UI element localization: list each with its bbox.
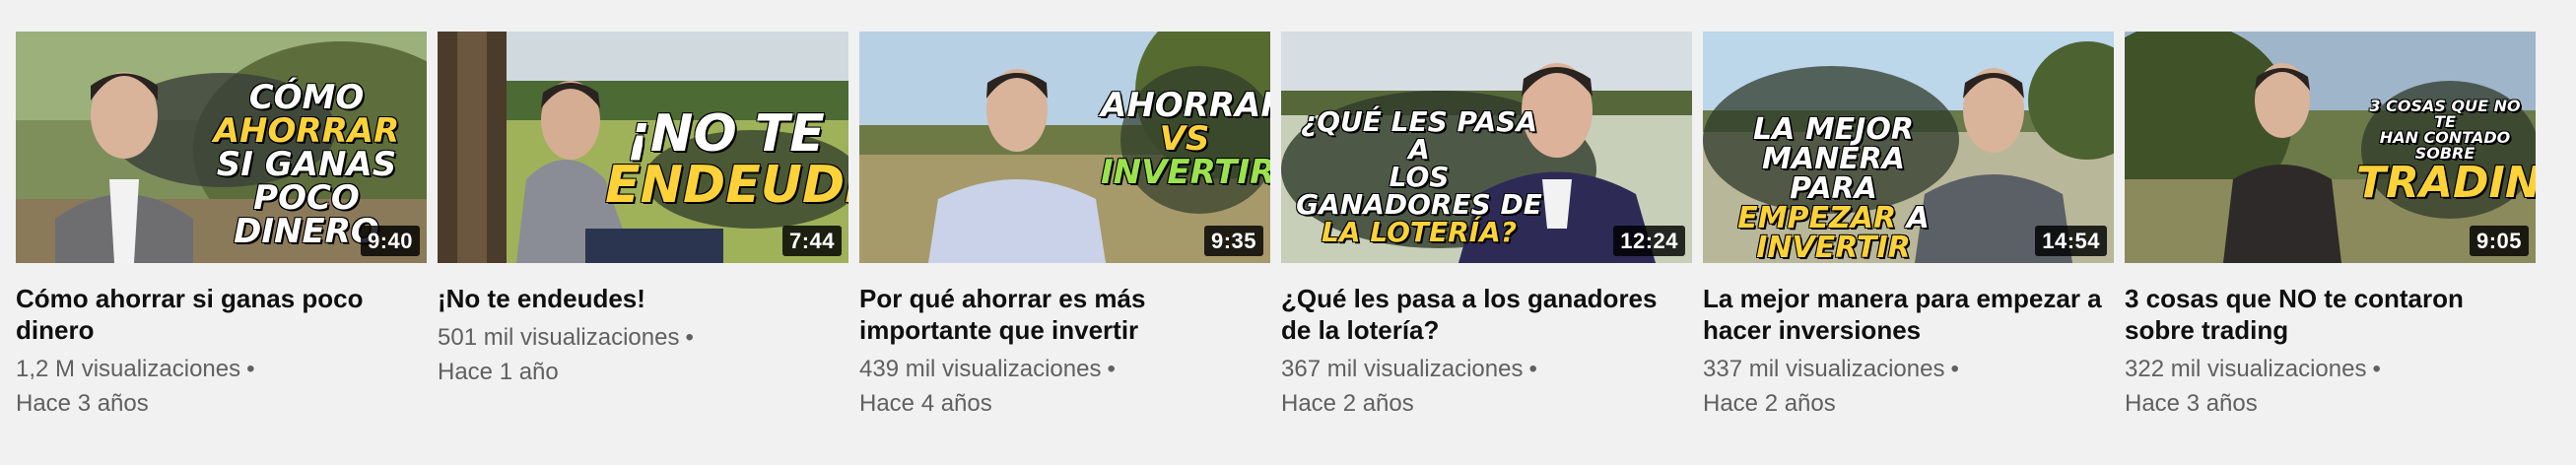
thumbnail-overlay-text: 3 cosas que no te han contado sobre trad… xyxy=(2356,97,2536,208)
video-title[interactable]: La mejor manera para empezar a hacer inv… xyxy=(1703,283,2114,346)
view-count: 501 mil visualizaciones xyxy=(438,324,680,351)
video-thumbnail[interactable]: La mejor manera para empezar a invertir … xyxy=(1703,32,2114,263)
thumbnail-overlay-text: Cómo ahorrar si ganas poco dinero xyxy=(213,78,400,251)
video-title[interactable]: ¿Qué les pasa a los ganadores de la lote… xyxy=(1281,283,1692,346)
meta-separator: • xyxy=(1950,356,1959,382)
meta-separator: • xyxy=(2372,356,2381,382)
video-meta: 367 mil visualizaciones • Hace 2 años xyxy=(1281,352,1692,421)
video-title[interactable]: 3 cosas que NO te contaron sobre trading xyxy=(2125,283,2536,346)
upload-age: Hace 3 años xyxy=(16,390,149,417)
video-thumbnail[interactable]: Ahorrar vs invertir 9:35 xyxy=(859,32,1270,263)
video-card[interactable]: La mejor manera para empezar a invertir … xyxy=(1703,32,2114,421)
duration-badge: 9:05 xyxy=(2469,226,2529,256)
video-thumbnail[interactable]: 3 cosas que no te han contado sobre trad… xyxy=(2125,32,2536,263)
view-count: 439 mil visualizaciones xyxy=(859,356,1102,382)
meta-separator: • xyxy=(1528,356,1537,382)
view-count: 322 mil visualizaciones xyxy=(2125,356,2367,382)
meta-separator: • xyxy=(246,356,255,382)
upload-age: Hace 4 años xyxy=(859,390,992,417)
duration-badge: 9:35 xyxy=(1203,226,1263,256)
thumbnail-overlay-text: La mejor manera para empezar a invertir xyxy=(1737,112,1930,263)
thumbnail-overlay-text: Ahorrar vs invertir xyxy=(1101,86,1270,192)
video-meta: 501 mil visualizaciones • Hace 1 año xyxy=(438,320,848,389)
duration-badge: 12:24 xyxy=(1613,226,1685,256)
view-count: 367 mil visualizaciones xyxy=(1281,356,1524,382)
video-card[interactable]: ¡No te endeudes! 7:44 ¡No te endeudes! 5… xyxy=(438,32,848,421)
duration-badge: 14:54 xyxy=(2035,226,2107,256)
upload-age: Hace 2 años xyxy=(1281,390,1414,417)
video-meta: 1,2 M visualizaciones • Hace 3 años xyxy=(16,352,427,421)
thumbnail-overlay-text: ¡No te endeudes! xyxy=(605,104,848,215)
upload-age: Hace 1 año xyxy=(438,359,559,385)
video-card[interactable]: Cómo ahorrar si ganas poco dinero 9:40 C… xyxy=(16,32,427,421)
video-title[interactable]: ¡No te endeudes! xyxy=(438,283,848,314)
upload-age: Hace 3 años xyxy=(2125,390,2258,417)
duration-badge: 7:44 xyxy=(781,226,842,256)
video-shelf: Cómo ahorrar si ganas poco dinero 9:40 C… xyxy=(16,32,2536,421)
video-thumbnail[interactable]: Cómo ahorrar si ganas poco dinero 9:40 xyxy=(16,32,427,263)
video-title[interactable]: Por qué ahorrar es más importante que in… xyxy=(859,283,1270,346)
video-card[interactable]: ¿Qué les pasa a los ganadores de la lote… xyxy=(1281,32,1692,421)
meta-separator: • xyxy=(1107,356,1116,382)
video-card[interactable]: Ahorrar vs invertir 9:35 Por qué ahorrar… xyxy=(859,32,1270,421)
view-count: 1,2 M visualizaciones xyxy=(16,356,241,382)
video-meta: 337 mil visualizaciones • Hace 2 años xyxy=(1703,352,2114,421)
video-thumbnail[interactable]: ¿Qué les pasa a los ganadores de la lote… xyxy=(1281,32,1692,263)
video-card[interactable]: 3 cosas que no te han contado sobre trad… xyxy=(2125,32,2536,421)
upload-age: Hace 2 años xyxy=(1703,390,1836,417)
video-meta: 439 mil visualizaciones • Hace 4 años xyxy=(859,352,1270,421)
video-title[interactable]: Cómo ahorrar si ganas poco dinero xyxy=(16,283,427,346)
view-count: 337 mil visualizaciones xyxy=(1703,356,1945,382)
thumbnail-overlay-text: ¿Qué les pasa a los ganadores de la lote… xyxy=(1296,105,1542,248)
duration-badge: 9:40 xyxy=(360,226,420,256)
video-thumbnail[interactable]: ¡No te endeudes! 7:44 xyxy=(438,32,848,263)
meta-separator: • xyxy=(685,324,694,351)
video-meta: 322 mil visualizaciones • Hace 3 años xyxy=(2125,352,2536,421)
